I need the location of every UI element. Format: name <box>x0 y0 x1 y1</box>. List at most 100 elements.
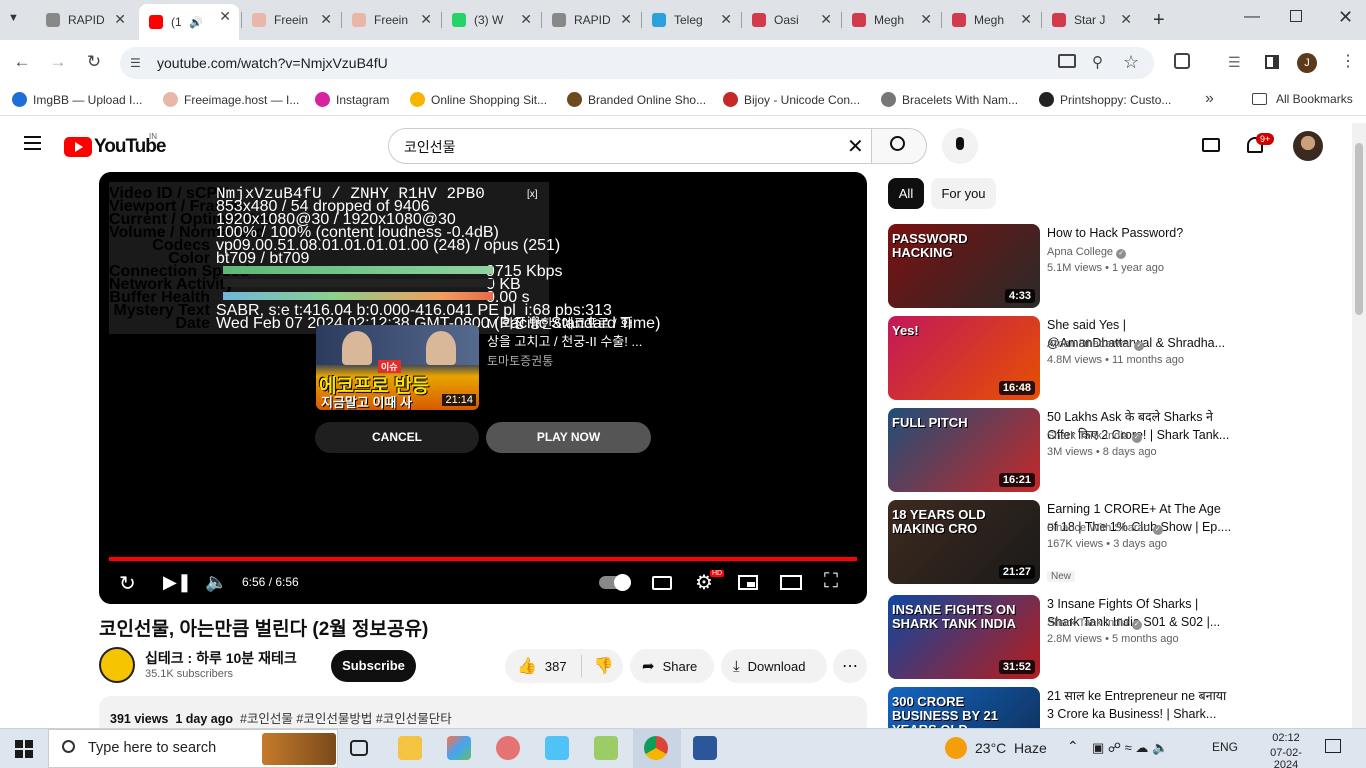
recommended-channel[interactable]: Aman Dhattarwal ✓ <box>1047 338 1145 351</box>
notification-center-icon[interactable] <box>1325 739 1341 753</box>
weather-text[interactable]: 23°C Haze <box>975 740 1047 756</box>
replay-icon[interactable]: ↻ <box>119 571 136 596</box>
tab-5[interactable]: RAPID ✕ <box>542 7 640 33</box>
tab-3[interactable]: Freein ✕ <box>342 7 440 33</box>
hamburger-menu-icon[interactable] <box>24 136 41 150</box>
tab-close-icon[interactable]: ✕ <box>1020 11 1032 28</box>
channel-avatar[interactable] <box>99 647 135 683</box>
maximize-button[interactable] <box>1290 10 1302 22</box>
search-box[interactable] <box>388 128 872 164</box>
tray-icons[interactable]: ▣ ☍ ≈ ☁ 🔈 <box>1092 740 1168 756</box>
clock[interactable]: 02:12 07-02-2024 <box>1262 732 1310 768</box>
bookmark-item[interactable]: Instagram <box>315 92 389 107</box>
tab-close-icon[interactable]: ✕ <box>620 11 632 28</box>
tab-9[interactable]: Megh ✕ <box>942 7 1040 33</box>
recommended-video[interactable]: INSANE FIGHTS ON SHARK TANK INDIA 31:52 3 … <box>888 595 1228 681</box>
extensions-icon[interactable] <box>1174 53 1190 69</box>
tab-close-icon[interactable]: ✕ <box>219 8 231 25</box>
all-bookmarks-link[interactable]: All Bookmarks <box>1276 92 1353 106</box>
recommended-title[interactable]: How to Hack Password? <box>1047 224 1232 242</box>
recommended-channel[interactable]: Shark Tank India ✓ <box>1047 430 1142 443</box>
next-video-icon[interactable]: ▶❚ <box>163 572 192 593</box>
channel-name[interactable]: 십테크 : 하루 10분 재테크 <box>145 648 297 668</box>
task-view-icon[interactable] <box>350 740 368 756</box>
word-icon[interactable] <box>693 736 717 760</box>
app-icon[interactable] <box>545 736 569 760</box>
volume-icon[interactable]: 🔈 <box>205 572 227 593</box>
autoplay-toggle[interactable] <box>599 574 631 591</box>
tab-4[interactable]: (3) W ✕ <box>442 7 540 33</box>
bookmark-item[interactable]: Bijoy - Unicode Con... <box>723 92 860 107</box>
windows-start-icon[interactable] <box>15 740 33 758</box>
audio-playing-icon[interactable]: 🔊 <box>189 16 203 29</box>
bookmark-star-icon[interactable]: ☆ <box>1123 52 1139 73</box>
recommended-thumbnail[interactable]: 18 YEARS OLD MAKING CRO 21:27 <box>888 500 1040 584</box>
new-tab-button[interactable]: + <box>1153 9 1165 32</box>
bookmark-item[interactable]: Freeimage.host — I... <box>163 92 299 107</box>
bookmark-item[interactable]: Bracelets With Nam... <box>881 92 1018 107</box>
install-app-icon[interactable] <box>1058 54 1076 68</box>
like-icon[interactable]: 👍 <box>517 656 537 676</box>
reload-icon[interactable]: ↻ <box>82 52 106 72</box>
recommended-video[interactable]: FULL PITCH 16:21 50 Lakhs Ask के बदले Shar… <box>888 408 1229 494</box>
download-button[interactable]: ⤓ Download <box>721 649 827 683</box>
file-explorer-icon[interactable] <box>398 736 422 760</box>
miniplayer-icon[interactable] <box>738 575 758 590</box>
recommended-thumbnail[interactable]: FULL PITCH 16:21 <box>888 408 1040 492</box>
fullscreen-icon[interactable]: ⛶ <box>824 570 838 593</box>
tab-close-icon[interactable]: ✕ <box>720 11 732 28</box>
play-now-button[interactable]: PLAY NOW <box>486 422 651 453</box>
more-bookmarks-icon[interactable]: » <box>1205 90 1214 108</box>
tab-close-icon[interactable]: ✕ <box>420 11 432 28</box>
tab-close-icon[interactable]: ✕ <box>520 11 532 28</box>
chip-for-you[interactable]: For you <box>931 178 996 209</box>
share-button[interactable]: ➦ Share <box>630 649 714 683</box>
app-icon-2[interactable] <box>594 736 618 760</box>
bookmark-item[interactable]: ImgBB — Upload I... <box>12 92 142 107</box>
tab-1[interactable]: (1 🔊 ✕ <box>139 4 239 40</box>
paint-icon[interactable] <box>447 736 471 760</box>
snipping-tool-icon[interactable] <box>496 736 520 760</box>
tab-2[interactable]: Freein ✕ <box>242 7 340 33</box>
weather-icon[interactable] <box>945 737 967 759</box>
tab-search-chevron-icon[interactable]: ▼ <box>8 12 19 24</box>
recommended-video[interactable]: PASSWORD HACKING 4:33 How to Hack Password… <box>888 224 1228 310</box>
site-info-icon[interactable]: ☰ <box>130 56 141 70</box>
tab-8[interactable]: Megh ✕ <box>842 7 940 33</box>
taskbar-search-input[interactable]: Type here to search <box>88 740 216 756</box>
media-controls-icon[interactable]: ☰ <box>1228 54 1241 71</box>
subtitles-icon[interactable] <box>652 576 672 590</box>
chip-all[interactable]: All <box>888 178 924 209</box>
subscribe-button[interactable]: Subscribe <box>331 650 416 682</box>
back-arrow-icon[interactable]: ← <box>10 52 34 72</box>
more-actions-icon[interactable]: ⋯ <box>833 649 867 683</box>
cancel-autoplay-button[interactable]: CANCEL <box>315 422 479 453</box>
recommended-channel[interactable]: Apna College ✓ <box>1047 246 1127 259</box>
recommended-title[interactable]: 21 साल ke Entrepreneur ne बनाया 3 Crore … <box>1047 687 1232 723</box>
bookmark-item[interactable]: Online Shopping Sit... <box>410 92 547 107</box>
bookmark-item[interactable]: Branded Online Sho... <box>567 92 706 107</box>
tab-close-icon[interactable]: ✕ <box>920 11 932 28</box>
profile-avatar[interactable]: J <box>1297 53 1317 73</box>
tab-close-icon[interactable]: ✕ <box>320 11 332 28</box>
close-window-button[interactable]: ✕ <box>1338 7 1353 28</box>
minimize-button[interactable]: — <box>1244 8 1260 26</box>
like-count[interactable]: 387 <box>545 659 567 674</box>
clear-search-icon[interactable]: ✕ <box>847 134 864 159</box>
tab-10[interactable]: Star J ✕ <box>1042 7 1140 33</box>
recommended-thumbnail[interactable]: INSANE FIGHTS ON SHARK TANK INDIA 31:52 <box>888 595 1040 679</box>
dislike-icon[interactable]: 👎 <box>594 656 614 676</box>
tab-6[interactable]: Teleg ✕ <box>642 7 740 33</box>
theater-mode-icon[interactable] <box>780 575 802 590</box>
tab-0[interactable]: RAPID ✕ <box>36 7 134 33</box>
account-avatar[interactable] <box>1293 131 1323 161</box>
tab-close-icon[interactable]: ✕ <box>1120 11 1132 28</box>
chrome-menu-icon[interactable]: ⋮ <box>1340 51 1356 71</box>
tab-7[interactable]: Oasi ✕ <box>742 7 840 33</box>
show-hidden-icons[interactable]: ⌃ <box>1067 738 1079 755</box>
stats-close-button[interactable]: [x] <box>527 189 538 200</box>
autoplay-next-thumbnail[interactable]: 이슈 에코프로 반등 지금말고 이때 사 21:14 <box>316 325 479 410</box>
progress-track[interactable] <box>109 557 857 561</box>
side-panel-icon[interactable] <box>1265 55 1279 69</box>
recommended-channel[interactable]: Finance With Sharan ✓ <box>1047 522 1163 535</box>
